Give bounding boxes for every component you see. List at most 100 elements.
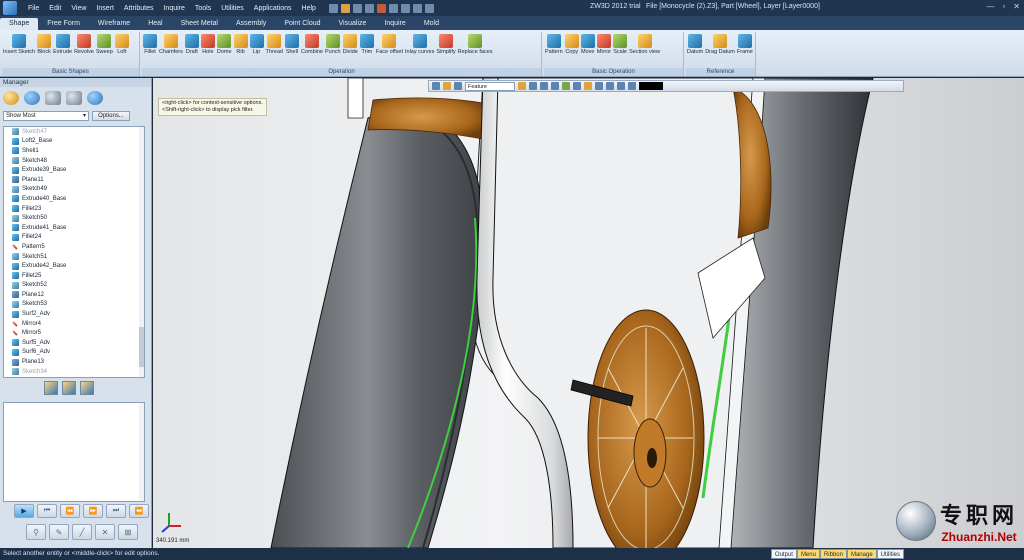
tree-item[interactable]: Sketch34	[4, 367, 144, 377]
tree-item[interactable]: Sketch47	[4, 127, 144, 137]
combine-button[interactable]: Combine	[300, 32, 324, 68]
section-view-button[interactable]: Section view	[628, 32, 661, 68]
part-icon[interactable]	[87, 91, 103, 105]
menu-utilities[interactable]: Utilities	[216, 5, 249, 12]
tree-item[interactable]: Shell1	[4, 146, 144, 156]
view-icon[interactable]	[66, 91, 82, 105]
menu-inquire[interactable]: Inquire	[158, 5, 189, 12]
options-button[interactable]: Options...	[92, 111, 130, 121]
tree-item[interactable]: Fillet23	[4, 204, 144, 214]
menu-file[interactable]: File	[23, 5, 44, 12]
block-button[interactable]: Block	[36, 32, 52, 68]
shade-icon[interactable]	[443, 82, 451, 90]
tab-mold[interactable]: Mold	[415, 18, 448, 30]
tree-item[interactable]: Sketch52	[4, 281, 144, 291]
scroll-thumb[interactable]	[139, 327, 144, 367]
redo-icon[interactable]	[424, 3, 434, 13]
tree-item[interactable]: Loft2_Base	[4, 137, 144, 147]
new-file-icon[interactable]	[328, 3, 338, 13]
tree-item[interactable]: Sketch48	[4, 156, 144, 166]
tree-item[interactable]: Surf6_Adv	[4, 348, 144, 358]
print-icon[interactable]	[364, 3, 374, 13]
tab-shape[interactable]: Shape	[0, 18, 39, 30]
rotate-icon[interactable]	[562, 82, 570, 90]
status-tab-output[interactable]: Output	[770, 549, 797, 559]
assembly-icon[interactable]	[24, 91, 40, 105]
pencil-icon[interactable]: ✎	[49, 524, 69, 540]
frame-button[interactable]: Frame	[736, 32, 754, 68]
tree-item[interactable]: Extrude42_Base	[4, 261, 144, 271]
tab-sheet-metal[interactable]: Sheet Metal	[172, 18, 227, 30]
3d-viewport[interactable]: Feature <right-click> for context-sensit…	[153, 78, 1024, 548]
tree-item[interactable]: Plane13	[4, 357, 144, 367]
pick-icon[interactable]	[454, 82, 462, 90]
history-icon[interactable]	[3, 91, 19, 105]
save-icon[interactable]	[352, 3, 362, 13]
revolve-button[interactable]: Revolve	[73, 32, 95, 68]
undo-icon[interactable]	[412, 3, 422, 13]
layer-icon[interactable]	[45, 91, 61, 105]
status-tab-manage[interactable]: Manage	[846, 549, 877, 559]
menu-tools[interactable]: Tools	[190, 5, 216, 12]
tree-item[interactable]: Sketch53	[4, 300, 144, 310]
rib-button[interactable]: Rib	[233, 32, 249, 68]
link-icon[interactable]: ⚲	[26, 524, 46, 540]
close-icon[interactable]: ✕	[1013, 2, 1020, 11]
menu-edit[interactable]: Edit	[44, 5, 66, 12]
zoom-icon[interactable]	[540, 82, 548, 90]
color-swatch[interactable]	[639, 82, 663, 90]
copy-button[interactable]: Copy	[564, 32, 580, 68]
tree-scrollbar[interactable]	[139, 127, 144, 377]
tab-free-form[interactable]: Free Form	[38, 18, 89, 30]
rewind-icon[interactable]: ⏪	[60, 504, 80, 518]
layer-display-icon[interactable]	[628, 82, 636, 90]
tree-item[interactable]: Sketch51	[4, 252, 144, 262]
properties-scrollbar[interactable]	[139, 403, 144, 501]
face-offset-button[interactable]: Face offset	[375, 32, 404, 68]
tree-item[interactable]: Fillet24	[4, 233, 144, 243]
select-icon[interactable]	[432, 82, 440, 90]
move-button[interactable]: Move	[580, 32, 596, 68]
tree-item[interactable]: Surf2_Adv	[4, 309, 144, 319]
section-icon[interactable]	[595, 82, 603, 90]
sweep-button[interactable]: Sweep	[95, 32, 114, 68]
tab-wireframe[interactable]: Wireframe	[89, 18, 139, 30]
status-tab-ribbon[interactable]: Ribbon	[819, 549, 847, 559]
wire-icon[interactable]	[529, 82, 537, 90]
minimize-icon[interactable]: —	[986, 2, 994, 11]
tree-item[interactable]: Pattern5	[4, 242, 144, 252]
show-filter-select[interactable]: Show Most	[3, 111, 89, 121]
menu-insert[interactable]: Insert	[91, 5, 119, 12]
suppress-icon[interactable]: ⊠	[118, 524, 138, 540]
measure-icon[interactable]: ╱	[72, 524, 92, 540]
paste-icon[interactable]	[400, 3, 410, 13]
shell-button[interactable]: Shell	[284, 32, 300, 68]
pick-filter-combo[interactable]: Feature	[465, 81, 515, 91]
cut-icon[interactable]	[376, 3, 386, 13]
maximize-icon[interactable]: ▫	[1002, 2, 1005, 11]
fit-icon[interactable]	[573, 82, 581, 90]
tree-item[interactable]: Plane12	[4, 290, 144, 300]
tree-item[interactable]: Sketch49	[4, 185, 144, 195]
step-back-icon[interactable]: ⏮	[37, 504, 57, 518]
open-folder-icon[interactable]	[340, 3, 350, 13]
camera-icon[interactable]	[617, 82, 625, 90]
fillet-button[interactable]: Fillet	[142, 32, 158, 68]
status-tab-menu[interactable]: Menu	[796, 549, 820, 559]
thread-button[interactable]: Thread	[265, 32, 284, 68]
tree-item[interactable]: Plane11	[4, 175, 144, 185]
status-tab-utilities[interactable]: Utilities	[876, 549, 904, 559]
render-icon[interactable]	[518, 82, 526, 90]
delete-icon[interactable]: ✕	[95, 524, 115, 540]
tree-item[interactable]: Fillet25	[4, 271, 144, 281]
tree-item[interactable]: Extrude41_Base	[4, 223, 144, 233]
play-icon[interactable]: ▶	[14, 504, 34, 518]
tree-item[interactable]: Surf5_Adv	[4, 338, 144, 348]
dome-button[interactable]: Dome	[216, 32, 233, 68]
datum-button[interactable]: Datum	[686, 32, 704, 68]
replace-faces-button[interactable]: Replace faces	[457, 32, 494, 68]
tree-item[interactable]: Extrude40_Base	[4, 194, 144, 204]
mirror-button[interactable]: Mirror	[596, 32, 612, 68]
menu-applications[interactable]: Applications	[249, 5, 297, 12]
list-view-icon[interactable]	[62, 381, 76, 395]
